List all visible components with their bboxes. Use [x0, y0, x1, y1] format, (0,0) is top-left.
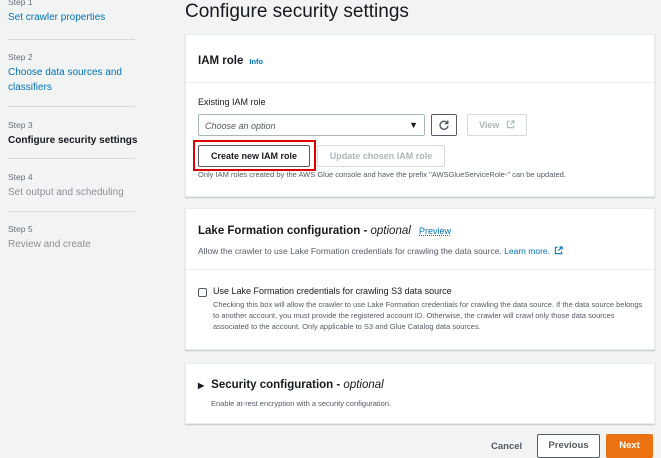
lake-formation-description: Allow the crawler to use Lake Formation …: [198, 246, 564, 256]
step-3-label: Configure security settings: [8, 135, 138, 146]
divider: [186, 269, 654, 270]
step-2-link[interactable]: Choose data sources and classifiers: [8, 65, 138, 95]
lake-formation-checkbox-description: Checking this box will allow the crawler…: [213, 300, 643, 331]
info-link[interactable]: Info: [249, 57, 263, 66]
lake-formation-panel: Lake Formation configuration - optional …: [185, 208, 655, 350]
step-4-label: Set output and scheduling: [8, 187, 124, 198]
existing-iam-role-label: Existing IAM role: [198, 97, 266, 107]
security-configuration-panel[interactable]: ▶ Security configuration - optional Enabl…: [185, 363, 655, 424]
step-3: Step 3 Configure security settings: [8, 120, 138, 148]
iam-role-note: Only IAM roles created by the AWS Glue c…: [198, 170, 566, 179]
step-number: Step 4: [8, 172, 33, 182]
divider: [186, 82, 654, 83]
security-configuration-title: Security configuration -: [211, 379, 344, 391]
security-configuration-heading[interactable]: ▶ Security configuration - optional: [198, 379, 384, 391]
lake-desc-text: Allow the crawler to use Lake Formation …: [198, 246, 502, 256]
divider: [8, 158, 135, 159]
view-button[interactable]: View: [467, 114, 527, 136]
optional-label: optional: [343, 379, 384, 391]
highlight-box: [193, 140, 316, 171]
refresh-button[interactable]: [431, 114, 457, 136]
select-placeholder: Choose an option: [205, 121, 276, 131]
step-2: Step 2 Choose data sources and classifie…: [8, 52, 138, 95]
external-link-icon: [506, 120, 515, 129]
iam-role-heading: IAM role Info: [198, 55, 263, 67]
step-4: Step 4 Set output and scheduling: [8, 172, 138, 200]
wizard-steps-sidebar: Step 1 Set crawler properties Step 2 Cho…: [0, 0, 160, 455]
caret-right-icon[interactable]: ▶: [198, 381, 204, 390]
divider: [8, 211, 135, 212]
preview-link[interactable]: Preview: [419, 226, 451, 236]
lake-formation-checkbox-label[interactable]: Use Lake Formation credentials for crawl…: [213, 286, 452, 296]
external-link-icon[interactable]: [554, 246, 564, 255]
security-configuration-description: Enable at-rest encryption with a securit…: [211, 399, 392, 408]
step-number: Step 2: [8, 52, 33, 62]
divider: [8, 106, 135, 107]
caret-down-icon: ▼: [409, 120, 418, 130]
step-1: Step 1 Set crawler properties: [8, 0, 138, 25]
iam-role-select[interactable]: Choose an option ▼: [198, 114, 425, 136]
step-number: Step 3: [8, 120, 33, 130]
step-5-label: Review and create: [8, 239, 91, 250]
step-1-link[interactable]: Set crawler properties: [8, 10, 138, 25]
step-number: Step 1: [8, 0, 33, 7]
lake-formation-title: Lake Formation configuration -: [198, 225, 371, 237]
next-button[interactable]: Next: [606, 434, 653, 458]
learn-more-link[interactable]: Learn more.: [504, 246, 550, 256]
lake-formation-heading: Lake Formation configuration - optional …: [198, 225, 451, 237]
update-chosen-iam-role-button[interactable]: Update chosen IAM role: [317, 145, 445, 167]
lake-formation-checkbox[interactable]: [198, 288, 207, 297]
step-number: Step 5: [8, 224, 33, 234]
view-label: View: [479, 120, 500, 130]
divider: [8, 39, 135, 40]
optional-label: optional: [370, 225, 411, 237]
cancel-button[interactable]: Cancel: [491, 441, 522, 452]
refresh-icon: [439, 120, 449, 130]
previous-button[interactable]: Previous: [537, 434, 600, 458]
step-5: Step 5 Review and create: [8, 224, 138, 252]
page-title: Configure security settings: [185, 1, 409, 22]
iam-role-title: IAM role: [198, 55, 244, 67]
iam-role-panel: IAM role Info Existing IAM role Choose an…: [185, 34, 655, 197]
